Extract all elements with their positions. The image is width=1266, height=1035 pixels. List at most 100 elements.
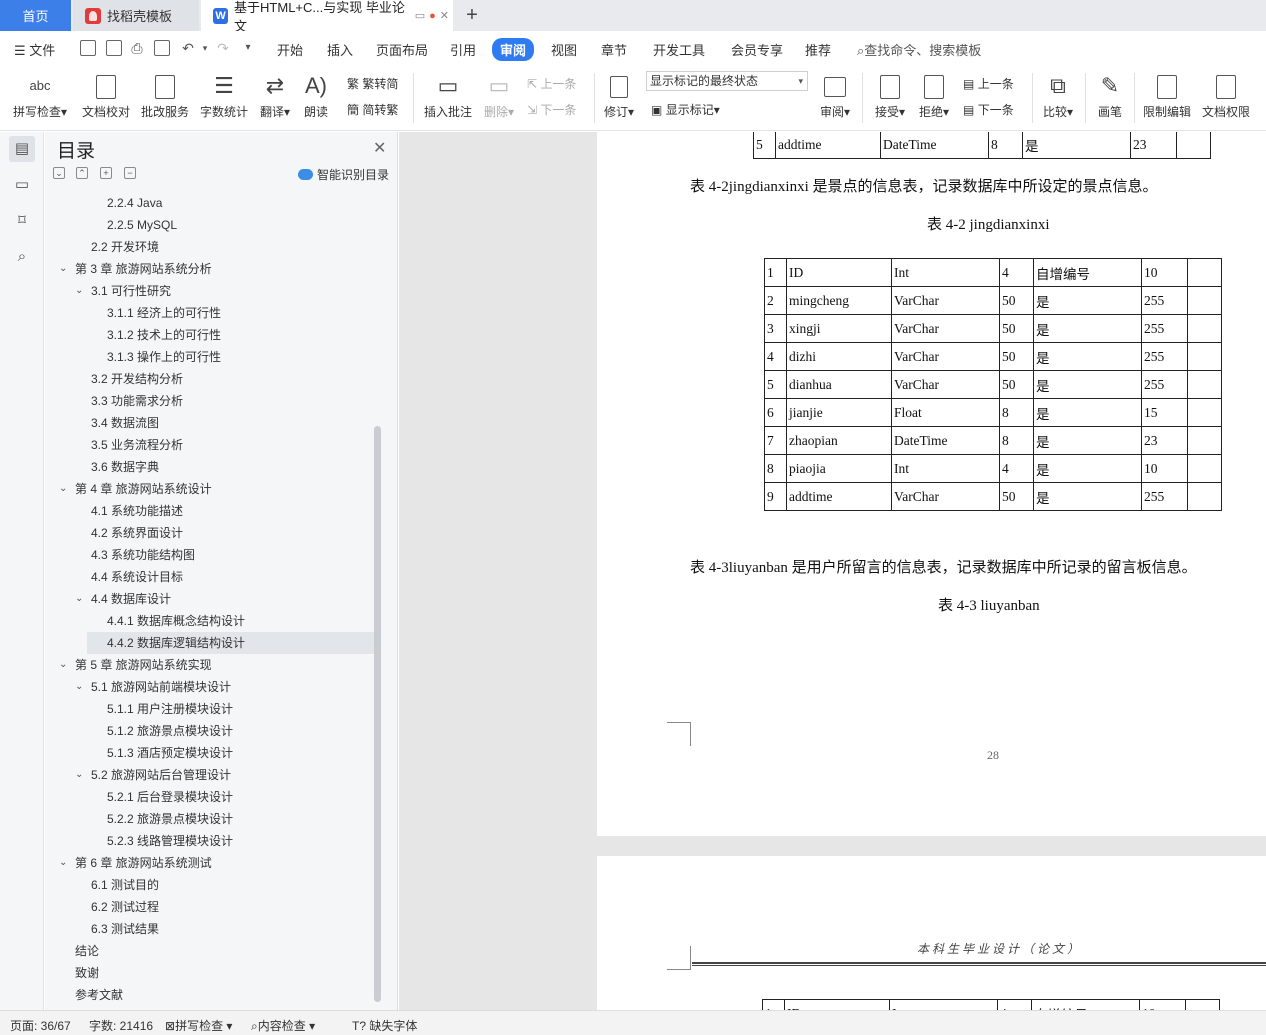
doc-proof-button[interactable]: 文档校对 xyxy=(80,71,132,120)
word-count-indicator[interactable]: 字数: 21416 xyxy=(89,1017,153,1034)
toc-item[interactable]: 5.1.3 酒店预定模块设计 xyxy=(45,742,375,764)
toc-item[interactable]: 2.2.5 MySQL xyxy=(45,214,375,236)
page-indicator[interactable]: 页面: 36/67 xyxy=(10,1017,71,1034)
expand-plus-icon[interactable]: + xyxy=(100,167,112,179)
chevron-down-icon[interactable]: ⌄ xyxy=(75,280,85,302)
accept-button[interactable]: 接受▾ xyxy=(872,71,908,120)
chevron-down-icon[interactable]: ⌄ xyxy=(75,676,85,698)
tab-templates[interactable]: 找稻壳模板 xyxy=(73,0,199,31)
toc-item[interactable]: 5.2.1 后台登录模块设计 xyxy=(45,786,375,808)
spell-check-status[interactable]: ⊠拼写检查 ▾ xyxy=(165,1017,232,1034)
undo-dropdown-icon[interactable]: ▾ xyxy=(197,40,213,56)
toc-item[interactable]: 5.1.1 用户注册模块设计 xyxy=(45,698,375,720)
delete-comment-button[interactable]: ▭ 删除▾ xyxy=(482,71,516,120)
content-check-status[interactable]: ⌕内容检查 ▾ xyxy=(251,1017,315,1034)
bookmark-icon[interactable]: ⌑ xyxy=(9,208,35,234)
tab-document[interactable]: W 基于HTML+C...与实现 毕业论文 ▭●✕ xyxy=(201,0,453,34)
new-tab-button[interactable]: + xyxy=(462,4,482,26)
toc-item[interactable]: 5.2.2 旅游景点模块设计 xyxy=(45,808,375,830)
toc-item[interactable]: 3.1.2 技术上的可行性 xyxy=(45,324,375,346)
toc-item[interactable]: 5.1.2 旅游景点模块设计 xyxy=(45,720,375,742)
undo-icon[interactable]: ↶ xyxy=(180,40,196,56)
toc-item[interactable]: ⌄ 4.4 数据库设计 xyxy=(45,588,375,610)
collapse-all-icon[interactable]: ⌄ xyxy=(53,167,65,179)
toc-item[interactable]: ⌄ 第 5 章 旅游网站系统实现 xyxy=(45,654,375,676)
toc-item[interactable]: 3.1.1 经济上的可行性 xyxy=(45,302,375,324)
toc-item[interactable]: ⌄ 5.1 旅游网站前端模块设计 xyxy=(45,676,375,698)
chevron-down-icon[interactable]: ⌄ xyxy=(59,258,69,280)
word-count-button[interactable]: ☰ 字数统计 xyxy=(199,71,249,120)
document-area[interactable]: 5 addtime DateTime 8 是 23 表 4-2jingdianxinxi … xyxy=(399,132,1266,1010)
read-aloud-button[interactable]: A) 朗读 xyxy=(300,71,332,120)
close-icon[interactable]: ✕ xyxy=(373,138,386,158)
menu-start[interactable]: 开始 xyxy=(277,40,303,59)
toc-item[interactable]: 3.3 功能需求分析 xyxy=(45,390,375,412)
document-page[interactable]: 本科生毕业设计（论文） 1IDInt4自增编号10 xyxy=(597,856,1266,1010)
menu-insert[interactable]: 插入 xyxy=(327,40,353,59)
toc-item[interactable]: 2.2 开发环境 xyxy=(45,236,375,258)
print-preview-icon[interactable] xyxy=(154,40,170,56)
toc-item[interactable]: 6.3 测试结果 xyxy=(45,918,375,940)
review-pane-button[interactable]: 审阅▾ xyxy=(818,71,852,120)
collapse-minus-icon[interactable]: − xyxy=(124,167,136,179)
toc-item[interactable]: 3.4 数据流图 xyxy=(45,412,375,434)
show-markup-button[interactable]: ▣ 显示标记▾ xyxy=(651,101,720,118)
chevron-down-icon[interactable]: ⌄ xyxy=(59,478,69,500)
compare-button[interactable]: ⧉ 比较▾ xyxy=(1040,71,1076,120)
translate-button[interactable]: ⇄ 翻译▾ xyxy=(258,71,292,120)
tab-home[interactable]: 首页 xyxy=(0,0,71,31)
chevron-down-icon[interactable]: ⌄ xyxy=(59,654,69,676)
prev-comment-button[interactable]: ⇱ 上一条 xyxy=(527,75,576,92)
export-pdf-icon[interactable] xyxy=(106,40,122,56)
prev-change-button[interactable]: ▤ 上一条 xyxy=(963,75,1014,92)
restrict-edit-button[interactable]: 限制编辑 xyxy=(1142,71,1192,120)
chevron-down-icon[interactable]: ⌄ xyxy=(75,588,85,610)
toc-item[interactable]: 4.3 系统功能结构图 xyxy=(45,544,375,566)
menu-view[interactable]: 视图 xyxy=(551,40,577,59)
menu-page-layout[interactable]: 页面布局 xyxy=(376,40,428,59)
toc-item[interactable]: 3.5 业务流程分析 xyxy=(45,434,375,456)
missing-font-status[interactable]: T? 缺失字体 xyxy=(352,1017,417,1034)
more-quick-access-icon[interactable]: ▾ xyxy=(240,40,256,56)
pen-button[interactable]: ✎ 画笔 xyxy=(1094,71,1126,120)
menu-references[interactable]: 引用 xyxy=(450,40,476,59)
command-search[interactable]: ⌕查找命令、搜索模板 xyxy=(857,40,981,59)
toc-item[interactable]: 4.1 系统功能描述 xyxy=(45,500,375,522)
toc-scrollbar[interactable] xyxy=(374,426,381,1002)
toc-item[interactable]: ⌄ 3.1 可行性研究 xyxy=(45,280,375,302)
chevron-down-icon[interactable]: ⌄ xyxy=(75,764,85,786)
toc-item[interactable]: 2.2.4 Java xyxy=(45,192,375,214)
save-icon[interactable] xyxy=(80,40,96,56)
expand-up-icon[interactable]: ⌃ xyxy=(76,167,88,179)
toc-item[interactable]: 6.1 测试目的 xyxy=(45,874,375,896)
toc-item[interactable]: 参考文献 xyxy=(45,984,375,1006)
trad-to-simp-button[interactable]: 繁 繁转简 xyxy=(347,75,398,92)
toc-item[interactable]: 6.2 测试过程 xyxy=(45,896,375,918)
toc-item[interactable]: 4.2 系统界面设计 xyxy=(45,522,375,544)
search-icon[interactable]: ⌕ xyxy=(9,244,35,270)
menu-section[interactable]: 章节 xyxy=(601,40,627,59)
toc-item[interactable]: 致谢 xyxy=(45,962,375,984)
toc-item[interactable]: 结论 xyxy=(45,940,375,962)
toc-item[interactable]: 4.4.2 数据库逻辑结构设计 xyxy=(87,632,375,654)
doc-permission-button[interactable]: 文档权限 xyxy=(1200,71,1252,120)
toc-item[interactable]: ⌄ 第 6 章 旅游网站系统测试 xyxy=(45,852,375,874)
next-comment-button[interactable]: ⇲ 下一条 xyxy=(527,101,576,118)
toc-item[interactable]: 3.1.3 操作上的可行性 xyxy=(45,346,375,368)
file-menu[interactable]: ☰ 文件 xyxy=(14,40,55,59)
toc-item[interactable]: 4.4 系统设计目标 xyxy=(45,566,375,588)
chapter-nav-icon[interactable]: ▭ xyxy=(9,172,35,198)
menu-developer[interactable]: 开发工具 xyxy=(653,40,705,59)
toc-item[interactable]: 4.4.1 数据库概念结构设计 xyxy=(45,610,375,632)
redo-icon[interactable]: ↷ xyxy=(215,40,231,56)
toc-item[interactable]: 3.6 数据字典 xyxy=(45,456,375,478)
chevron-down-icon[interactable]: ⌄ xyxy=(59,852,69,874)
toc-panel-icon[interactable]: ▤ xyxy=(9,136,35,162)
simp-to-trad-button[interactable]: 簡 简转繁 xyxy=(347,101,398,118)
toc-item[interactable]: ⌄ 第 4 章 旅游网站系统设计 xyxy=(45,478,375,500)
document-page[interactable]: 5 addtime DateTime 8 是 23 表 4-2jingdianxinxi … xyxy=(597,132,1266,836)
print-icon[interactable]: ⎙ xyxy=(129,40,145,56)
markup-state-select[interactable]: 显示标记的最终状态 ▾ xyxy=(646,71,808,91)
next-change-button[interactable]: ▤ 下一条 xyxy=(963,101,1014,118)
toc-item[interactable]: 3.2 开发结构分析 xyxy=(45,368,375,390)
